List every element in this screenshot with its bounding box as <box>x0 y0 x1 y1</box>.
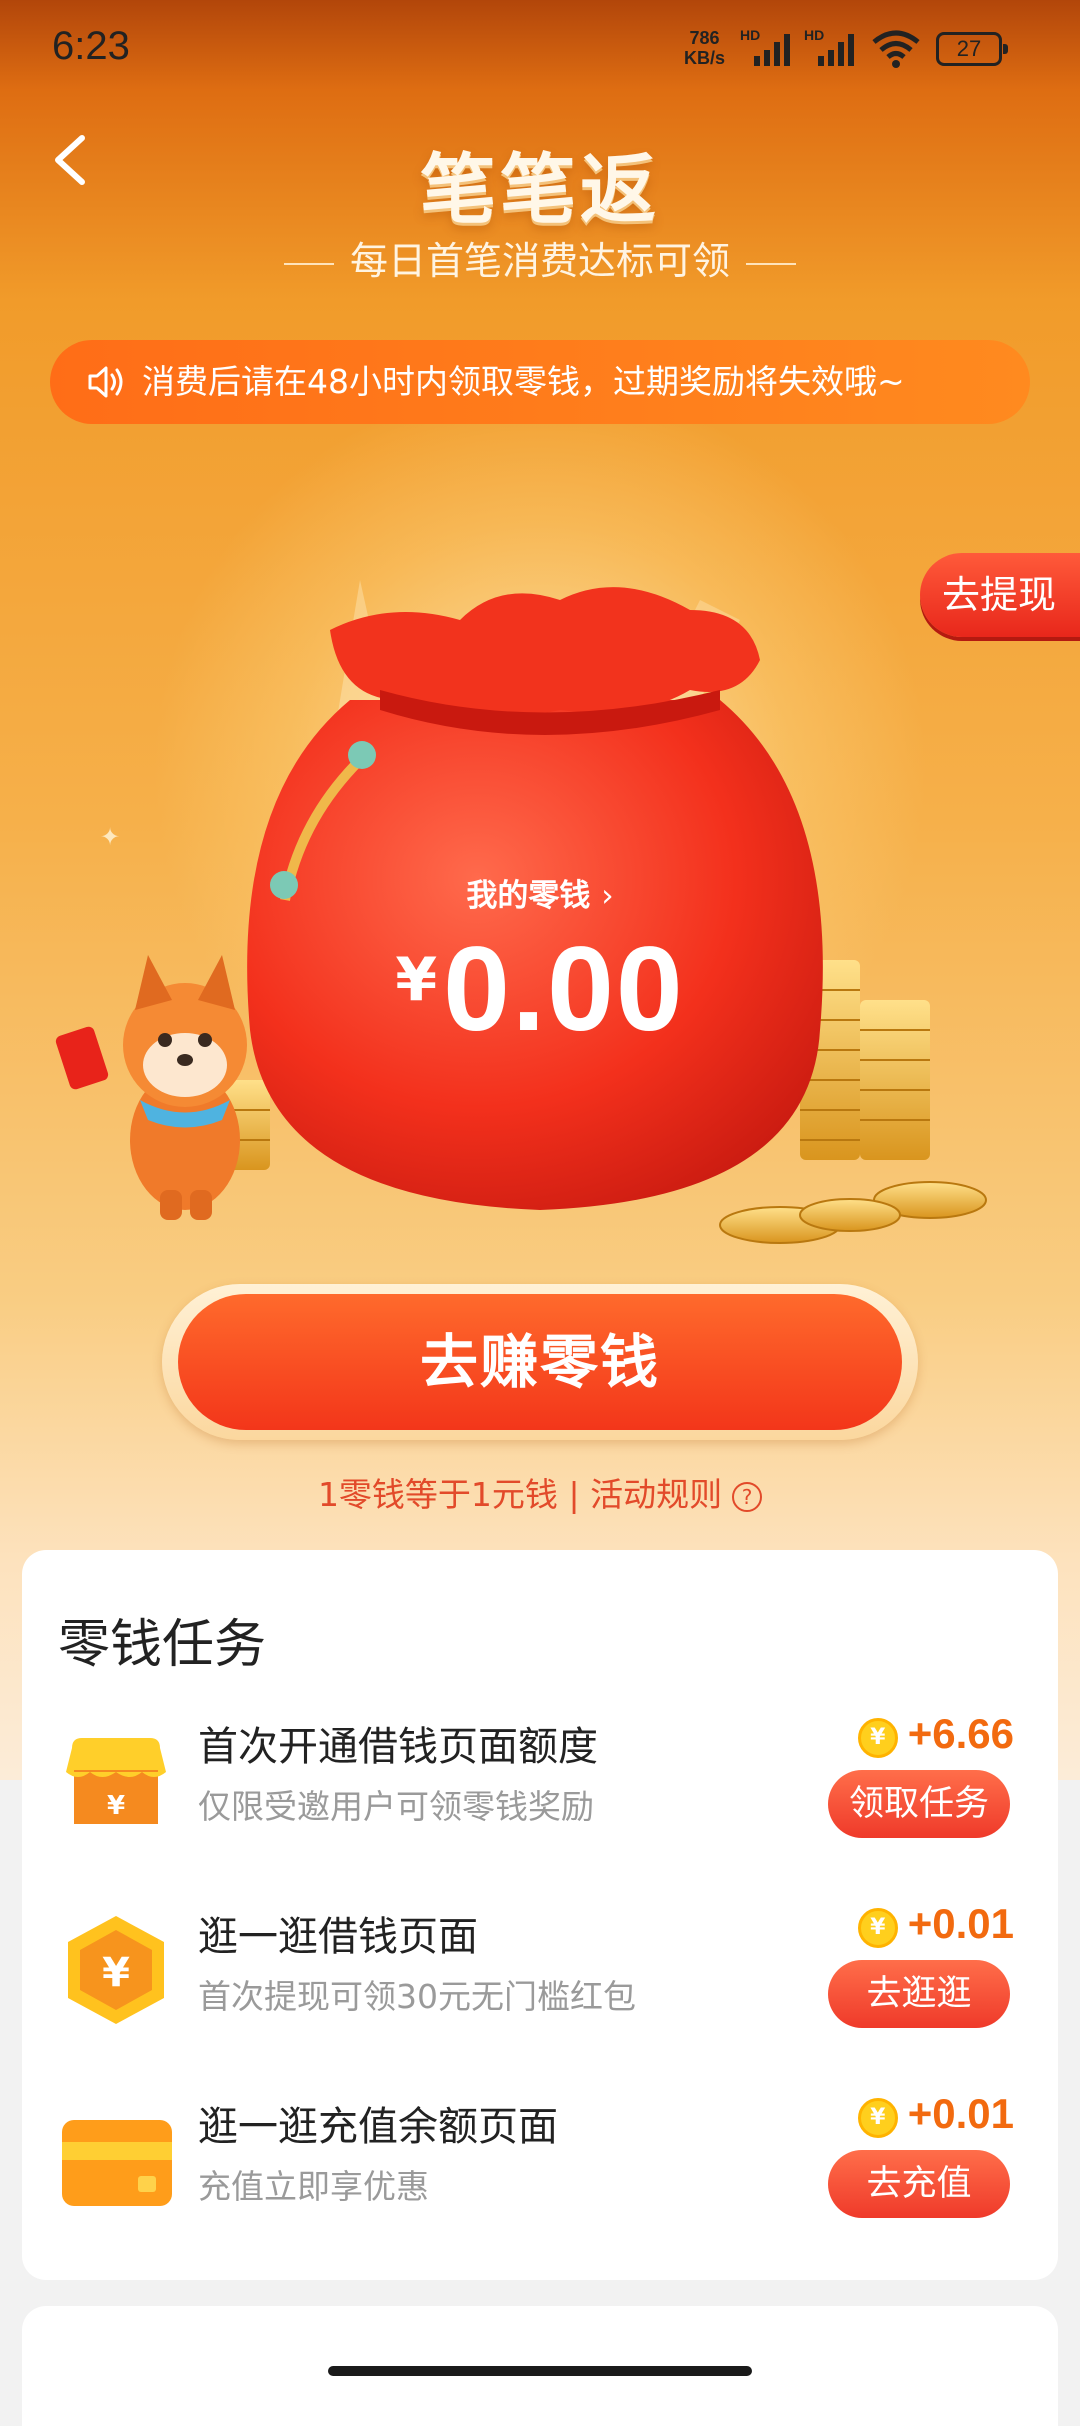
yuan-hexagon-icon: ¥ <box>68 1916 164 2024</box>
network-speed: 786 KB/s <box>684 28 725 68</box>
help-icon[interactable]: ? <box>732 1482 763 1512</box>
task-reward-value: +0.01 <box>907 2090 1014 2137</box>
exchange-rate-text: 1零钱等于1元钱 <box>317 1475 558 1514</box>
balance-amount: 0.00 <box>443 922 685 1056</box>
coin-icon: ¥ <box>857 2098 898 2138</box>
hd-label-2: HD <box>804 27 824 43</box>
task-desc: 充值立即享优惠 <box>198 2167 429 2206</box>
earn-change-button[interactable]: 去赚零钱 <box>178 1294 902 1430</box>
speaker-icon <box>88 366 123 398</box>
task-desc: 仅限受邀用户可领零钱奖励 <box>198 1787 594 1826</box>
task-item: ¥ 首次开通借钱页面额度 仅限受邀用户可领零钱奖励 ¥ +6.66 领取任务 <box>22 1702 1058 1852</box>
network-speed-unit: KB/s <box>684 48 726 68</box>
task-name: 逛一逛借钱页面 <box>198 1914 478 1960</box>
svg-text:¥: ¥ <box>102 1950 130 1996</box>
task-reward-value: +0.01 <box>907 1900 1014 1947</box>
tasks-card-title: 零钱任务 <box>58 1615 267 1675</box>
shop-icon: ¥ <box>66 1738 166 1824</box>
home-indicator[interactable] <box>328 2366 752 2376</box>
signal-1-icon: HD <box>740 27 790 66</box>
wifi-icon <box>872 30 920 68</box>
my-change-label: 我的零钱 <box>466 878 591 914</box>
my-change-link[interactable]: 我的零钱 › <box>0 870 1080 915</box>
task-name: 首次开通借钱页面额度 <box>198 1724 598 1770</box>
signal-2-icon: HD <box>804 27 854 66</box>
task-desc: 首次提现可领30元无门槛红包 <box>198 1977 636 2016</box>
task-item: ¥ 逛一逛借钱页面 首次提现可领30元无门槛红包 ¥ +0.01 去逛逛 <box>22 1892 1058 2042</box>
browse-button[interactable]: 去逛逛 <box>828 1960 1010 2028</box>
sparkle-2: ✦ <box>100 823 120 851</box>
hd-label-1: HD <box>740 27 760 43</box>
coin-icon: ¥ <box>857 1718 898 1758</box>
rules-separator: | <box>568 1475 580 1514</box>
claim-task-button[interactable]: 领取任务 <box>828 1770 1010 1838</box>
battery-indicator: 27 <box>936 32 1008 66</box>
activity-rules-link[interactable]: 活动规则 <box>590 1475 722 1514</box>
rules-line: 1零钱等于1元钱 | 活动规则? <box>0 1468 1080 1516</box>
task-reward: ¥ +6.66 <box>857 1710 1014 1758</box>
task-name: 逛一逛充值余额页面 <box>198 2104 558 2150</box>
bead-1 <box>348 741 376 769</box>
subtitle-dash-right <box>746 262 796 265</box>
tasks-card: 零钱任务 ¥ 首次开通借钱页面额度 仅限受邀用户可领零钱奖励 ¥ +6.66 领取… <box>22 1550 1058 2280</box>
subtitle-dash-left <box>283 262 334 265</box>
task-reward: ¥ +0.01 <box>857 1900 1014 1948</box>
status-bar: 6:23 786 KB/s HD HD 27 <box>0 0 1080 100</box>
subtitle-text: 每日首笔消费达标可领 <box>349 239 730 283</box>
currency-symbol: ¥ <box>395 945 438 1015</box>
task-item: 逛一逛充值余额页面 充值立即享优惠 ¥ +0.01 去充值 <box>22 2082 1058 2232</box>
card-icon <box>62 2120 172 2206</box>
page-title: 笔笔返 <box>420 145 660 234</box>
notice-text: 消费后请在48小时内领取零钱，过期奖励将失效哦~ <box>142 362 905 401</box>
network-speed-value: 786 <box>689 28 720 48</box>
coin-icon: ¥ <box>857 1908 898 1948</box>
task-reward-value: +6.66 <box>907 1710 1014 1757</box>
page-subtitle: 每日首笔消费达标可领 <box>0 230 1080 285</box>
notice-banner: 消费后请在48小时内领取零钱，过期奖励将失效哦~ <box>50 340 1030 424</box>
task-reward: ¥ +0.01 <box>857 2090 1014 2138</box>
balance-display: ¥0.00 <box>0 920 1080 1058</box>
status-time: 6:23 <box>52 24 130 68</box>
svg-text:¥: ¥ <box>107 1791 125 1821</box>
chevron-right-icon: › <box>601 878 614 914</box>
recharge-button[interactable]: 去充值 <box>828 2150 1010 2218</box>
